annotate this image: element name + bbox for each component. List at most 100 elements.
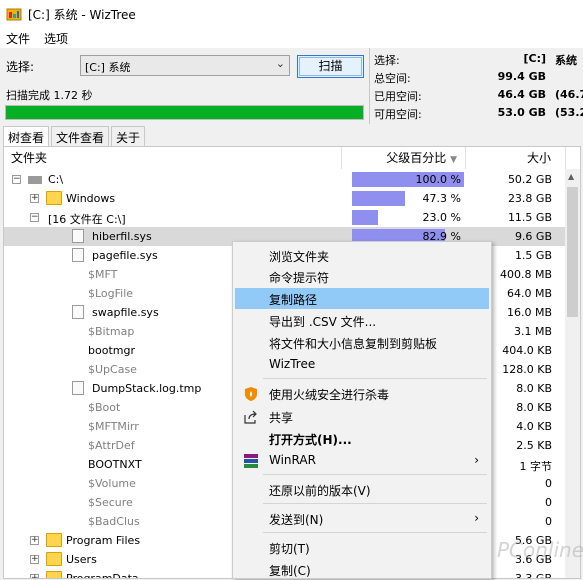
tree-row-size: 23.8 GB [507, 192, 552, 205]
drive-select[interactable]: [C:] 系统 ⌄ [80, 55, 290, 76]
tree-row[interactable]: − [16 文件在 C:\] 23.0 % 11.5 GB [4, 208, 566, 227]
ctx-copy[interactable]: 复制(C) [235, 559, 489, 580]
title-bar: [C:] 系统 - WizTree [0, 0, 583, 28]
ctx-command-prompt[interactable]: 命令提示符 [235, 266, 489, 287]
expand-icon[interactable]: + [30, 574, 39, 578]
tree-row-size: 3.1 MB [513, 325, 552, 338]
tree-row-name: $Volume [88, 477, 136, 490]
expand-icon[interactable]: + [30, 536, 39, 545]
share-icon [243, 409, 259, 425]
tree-row-name: $MFT [88, 268, 118, 281]
file-icon [72, 229, 84, 243]
tab-tree-view[interactable]: 树查看 [3, 126, 50, 147]
context-menu-label: 复制(C) [269, 564, 311, 578]
scan-status: 扫描完成 1.72 秒 [6, 89, 93, 102]
ctx-huorong-scan[interactable]: 使用火绒安全进行杀毒 [235, 383, 489, 404]
context-menu-label: WinRAR [269, 453, 316, 467]
ctx-browse-folder[interactable]: 浏览文件夹 [235, 245, 489, 266]
chevron-down-icon: ⌄ [275, 57, 285, 70]
column-header-size[interactable]: 大小 [466, 147, 566, 169]
drive-icon [28, 176, 42, 184]
tree-row-name: $BadClus [88, 515, 140, 528]
tree-row-size: 9.6 GB [514, 230, 552, 243]
winrar-icon [243, 453, 259, 469]
stat-free-label: 可用空间: [374, 108, 422, 121]
percent-text: 100.0 % [415, 173, 461, 186]
tree-row-size: 8.0 KB [516, 382, 552, 395]
scan-progress-fill [6, 106, 363, 119]
context-menu-label: 复制路径 [269, 293, 318, 307]
collapse-icon[interactable]: − [12, 175, 21, 184]
tree-row-name: $Boot [88, 401, 121, 414]
ctx-copy-path[interactable]: 复制路径 [235, 288, 489, 309]
ctx-cut[interactable]: 剪切(T) [235, 537, 489, 558]
folder-icon [46, 552, 62, 566]
context-menu-label: 还原以前的版本(V) [269, 484, 371, 498]
ctx-copy-to-clipboard[interactable]: 将文件和大小信息复制到剪贴板 [235, 332, 489, 353]
menu-separator [263, 474, 487, 475]
watermark: PConline [497, 538, 583, 562]
stat-select-value: [C:] [523, 52, 546, 65]
vertical-scrollbar[interactable]: ▲ [565, 169, 580, 578]
tree-row-name: swapfile.sys [92, 306, 159, 319]
tree-row-name: $LogFile [88, 287, 134, 300]
column-header-folder[interactable]: 文件夹 [4, 147, 342, 169]
stat-free: 可用空间: 53.0 GB (53.2 [374, 104, 583, 122]
column-header-parent-pct[interactable]: 父级百分比 ▼ [342, 147, 466, 169]
scrollbar-thumb[interactable] [567, 187, 578, 317]
menu-separator [263, 503, 487, 504]
ctx-winrar[interactable]: WinRAR › [235, 450, 489, 471]
folder-icon [46, 191, 62, 205]
file-icon [72, 248, 84, 262]
ctx-share[interactable]: 共享 [235, 406, 489, 427]
tree-row-size: 50.2 GB [507, 173, 552, 186]
tree-row-name: Users [66, 553, 97, 566]
context-menu-label: 导出到 .CSV 文件... [269, 315, 377, 329]
scan-button[interactable]: 扫描 [297, 55, 364, 78]
tree-row-size: 11.5 GB [507, 211, 552, 224]
stat-select-label: 选择: [374, 54, 400, 67]
ctx-wiztree[interactable]: WizTree [235, 354, 489, 375]
context-menu-label: 浏览文件夹 [269, 250, 330, 264]
file-icon [72, 381, 84, 395]
tree-row-name: BOOTNXT [88, 458, 142, 471]
context-menu-label: WizTree [269, 357, 316, 371]
tab-file-view[interactable]: 文件查看 [51, 126, 110, 146]
stat-free-pct: (53.2 [555, 106, 583, 119]
tree-row-name: bootmgr [88, 344, 135, 357]
context-menu-label: 将文件和大小信息复制到剪贴板 [269, 337, 438, 351]
menu-options[interactable]: 选项 [44, 30, 68, 47]
submenu-arrow-icon: › [474, 453, 479, 467]
stat-free-value: 53.0 GB [497, 106, 546, 119]
ctx-open-with[interactable]: 打开方式(H)... [235, 428, 489, 449]
context-menu-label: 发送到(N) [269, 513, 324, 527]
tree-row-size: 3.3 GB [514, 572, 552, 579]
collapse-icon[interactable]: − [30, 213, 39, 222]
stat-select-name: 系统 [555, 54, 577, 67]
menu-bar: 文件 选项 [0, 28, 583, 48]
tab-about[interactable]: 关于 [111, 126, 146, 146]
scroll-up-icon[interactable]: ▲ [568, 172, 574, 181]
window-title: [C:] 系统 - WizTree [28, 8, 136, 22]
menu-file[interactable]: 文件 [6, 30, 30, 47]
tree-row-name: $Secure [88, 496, 133, 509]
folder-icon [46, 533, 62, 547]
tree-row-name: [16 文件在 C:\] [48, 213, 126, 226]
stat-used-label: 已用空间: [374, 90, 422, 103]
expand-icon[interactable]: + [30, 194, 39, 203]
ctx-send-to[interactable]: 发送到(N) › [235, 508, 489, 529]
tree-row-name: $Bitmap [88, 325, 135, 338]
expand-icon[interactable]: + [30, 555, 39, 564]
tree-row-folder[interactable]: + Windows 47.3 % 23.8 GB [4, 189, 566, 208]
tree-row-name: Program Files [66, 534, 141, 547]
ctx-export-csv[interactable]: 导出到 .CSV 文件... [235, 310, 489, 331]
tree-row[interactable]: − C:\ 100.0 % 50.2 GB [4, 170, 566, 189]
tree-row-name: ProgramData [66, 572, 139, 579]
tree-row-size: 0 [545, 477, 552, 490]
ctx-restore-versions[interactable]: 还原以前的版本(V) [235, 479, 489, 500]
tree-row-name: DumpStack.log.tmp [92, 382, 202, 395]
context-menu-label: 打开方式(H)... [269, 433, 352, 447]
tree-row-size: 400.8 MB [499, 268, 552, 281]
context-menu-label: 命令提示符 [269, 271, 330, 285]
file-icon [72, 305, 84, 319]
